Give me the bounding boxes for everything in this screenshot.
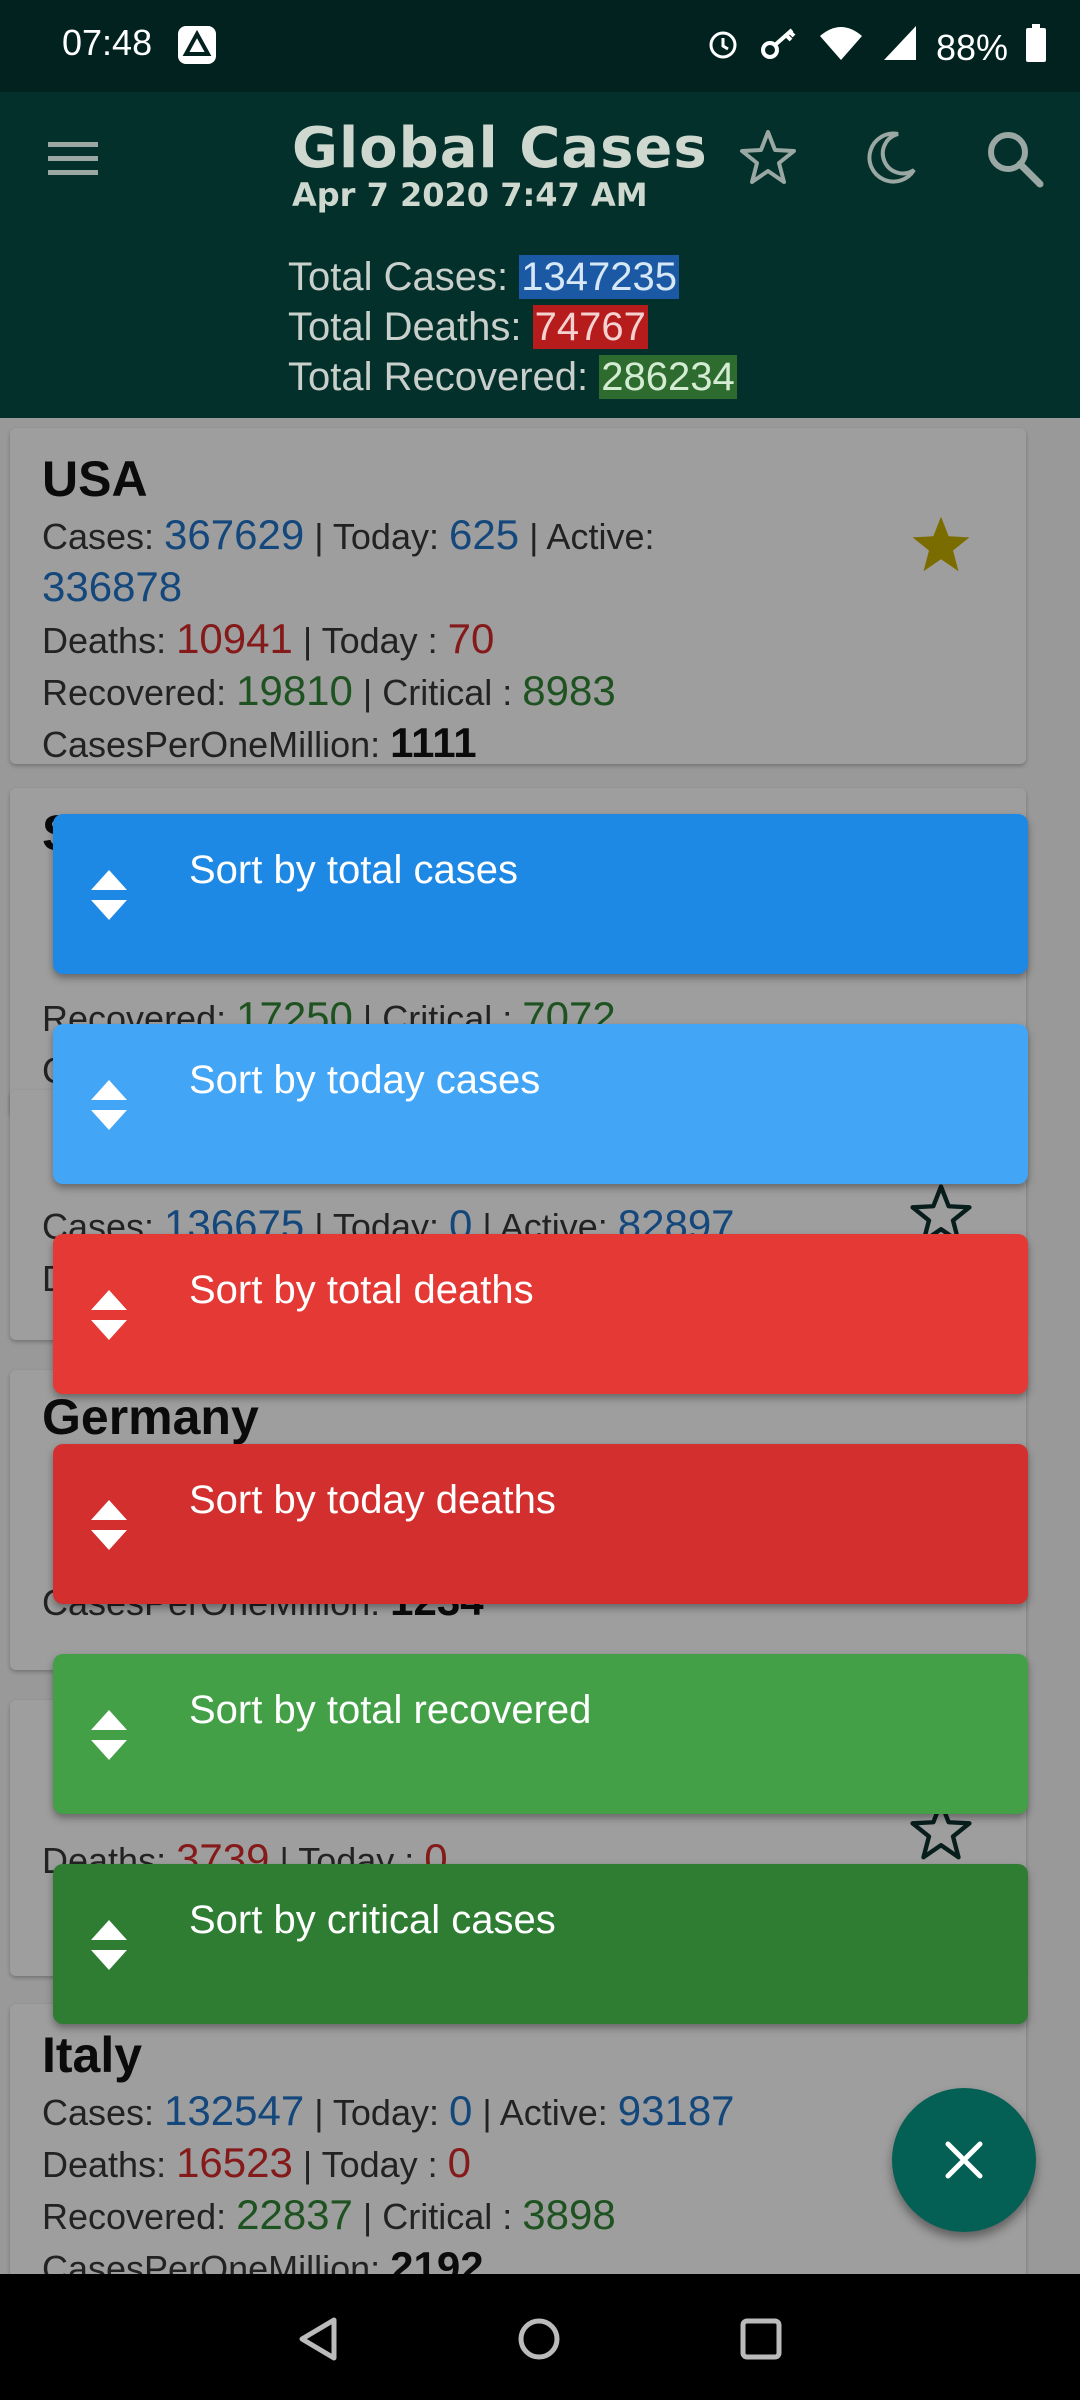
total-cases-value: 1347235	[519, 255, 679, 299]
app-notification-icon	[178, 26, 216, 64]
sort-icon	[89, 868, 129, 922]
sort-icon	[89, 1078, 129, 1132]
sort-label: Sort by total cases	[189, 848, 519, 892]
sort-by-total-cases-button[interactable]: Sort by total cases	[53, 814, 1028, 974]
system-navigation-bar	[0, 2274, 1080, 2400]
total-deaths-row: Total Deaths: 74767	[288, 302, 737, 352]
sort-by-today-cases-button[interactable]: Sort by today cases	[53, 1024, 1028, 1184]
favorites-star-icon[interactable]	[736, 126, 800, 190]
search-icon[interactable]	[982, 126, 1046, 190]
back-icon[interactable]	[296, 2316, 342, 2362]
sort-label: Sort by critical cases	[189, 1898, 556, 1942]
total-cases-label: Total Cases:	[288, 255, 520, 299]
home-icon[interactable]	[516, 2316, 562, 2362]
total-recovered-row: Total Recovered: 286234	[288, 352, 737, 402]
global-totals: Total Cases: 1347235 Total Deaths: 74767…	[288, 252, 737, 402]
sort-label: Sort by total deaths	[189, 1268, 534, 1312]
vpn-key-icon	[760, 24, 800, 71]
menu-icon[interactable]	[46, 132, 100, 186]
sort-by-total-recovered-button[interactable]: Sort by total recovered	[53, 1654, 1028, 1814]
close-icon	[942, 2138, 986, 2187]
total-cases-row: Total Cases: 1347235	[288, 252, 737, 302]
status-bar: 07:48 88%	[0, 0, 1080, 92]
page-title: Global Cases	[292, 116, 708, 181]
page-subtitle-date: Apr 7 2020 7:47 AM	[292, 176, 648, 214]
sort-by-total-deaths-button[interactable]: Sort by total deaths	[53, 1234, 1028, 1394]
total-recovered-value: 286234	[599, 355, 737, 399]
battery-icon	[1026, 24, 1046, 71]
recents-icon[interactable]	[738, 2316, 784, 2362]
sort-label: Sort by today cases	[189, 1058, 541, 1102]
dark-mode-moon-icon[interactable]	[858, 126, 922, 190]
sort-label: Sort by today deaths	[189, 1478, 556, 1522]
app-header: Global Cases Apr 7 2020 7:47 AM Total Ca…	[0, 92, 1080, 418]
total-deaths-value: 74767	[532, 305, 648, 349]
alarm-icon	[704, 24, 742, 71]
close-fab-button[interactable]	[892, 2088, 1036, 2232]
total-deaths-label: Total Deaths:	[288, 305, 533, 349]
sort-icon	[89, 1288, 129, 1342]
sort-by-critical-cases-button[interactable]: Sort by critical cases	[53, 1864, 1028, 2024]
sort-icon	[89, 1918, 129, 1972]
sort-by-today-deaths-button[interactable]: Sort by today deaths	[53, 1444, 1028, 1604]
sort-icon	[89, 1498, 129, 1552]
cellular-signal-icon	[882, 24, 918, 71]
battery-percent: 88%	[935, 26, 1008, 68]
status-time: 07:48	[62, 22, 153, 63]
wifi-icon	[818, 24, 864, 71]
sort-icon	[89, 1708, 129, 1762]
sort-label: Sort by total recovered	[189, 1688, 592, 1732]
total-recovered-label: Total Recovered:	[288, 355, 600, 399]
